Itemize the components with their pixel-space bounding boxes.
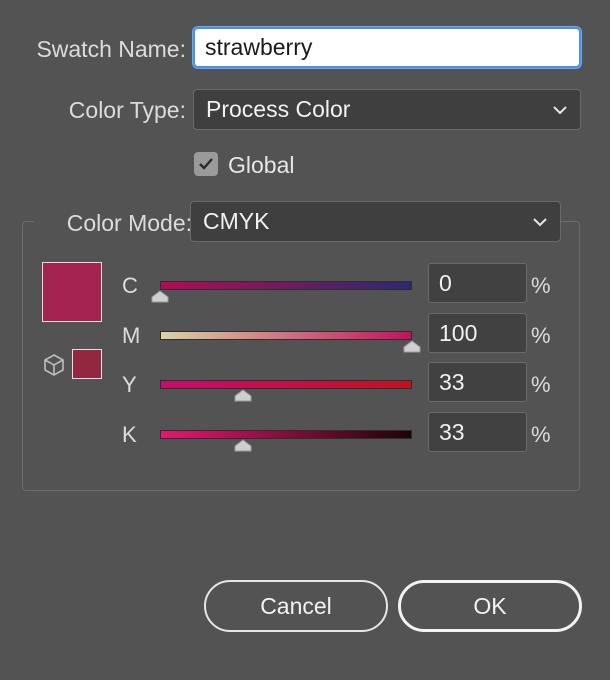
percent-sign: % (531, 422, 551, 447)
out-of-gamut-swatch[interactable] (72, 349, 102, 379)
channel-label: K (122, 422, 137, 447)
global-checkbox[interactable] (194, 152, 218, 176)
percent-sign: % (531, 273, 551, 298)
swatch-name-input[interactable] (193, 27, 581, 68)
slider-thumb-icon[interactable] (403, 340, 421, 353)
m-slider[interactable] (160, 326, 421, 353)
checkmark-icon (199, 158, 213, 170)
y-value-input[interactable] (428, 362, 527, 402)
color-preview-swatch (42, 262, 102, 322)
color-type-label: Color Type: (68, 97, 186, 123)
channel-label: Y (122, 372, 137, 397)
ok-button[interactable]: OK (398, 580, 582, 632)
c-value-input[interactable] (428, 263, 527, 303)
chevron-down-icon (533, 217, 547, 226)
y-slider[interactable] (160, 375, 412, 402)
cancel-button[interactable]: Cancel (204, 580, 388, 632)
cube-icon[interactable] (42, 353, 66, 377)
slider-thumb-icon[interactable] (234, 389, 252, 402)
global-label: Global (228, 152, 295, 178)
slider-track (160, 380, 412, 389)
color-type-select[interactable]: Process Color (193, 89, 581, 130)
slider-track (160, 331, 412, 340)
k-slider[interactable] (160, 425, 412, 452)
chevron-down-icon (553, 105, 567, 114)
color-mode-label: Color Mode: (34, 210, 198, 237)
slider-track (160, 281, 412, 290)
new-swatch-dialog: Swatch Name: Color Type: Process Color G… (0, 0, 610, 680)
slider-track (160, 430, 412, 439)
swatch-name-label: Swatch Name: (36, 36, 186, 62)
color-type-value: Process Color (206, 96, 351, 122)
color-mode-value: CMYK (203, 208, 270, 234)
channel-label: C (122, 273, 138, 298)
percent-sign: % (531, 323, 551, 348)
color-mode-select[interactable]: CMYK (190, 201, 561, 242)
k-value-input[interactable] (428, 412, 527, 452)
slider-thumb-icon[interactable] (151, 290, 169, 303)
slider-thumb-icon[interactable] (234, 439, 252, 452)
m-value-input[interactable] (428, 313, 527, 353)
percent-sign: % (531, 372, 551, 397)
channel-label: M (122, 323, 141, 348)
c-slider[interactable] (151, 276, 412, 303)
